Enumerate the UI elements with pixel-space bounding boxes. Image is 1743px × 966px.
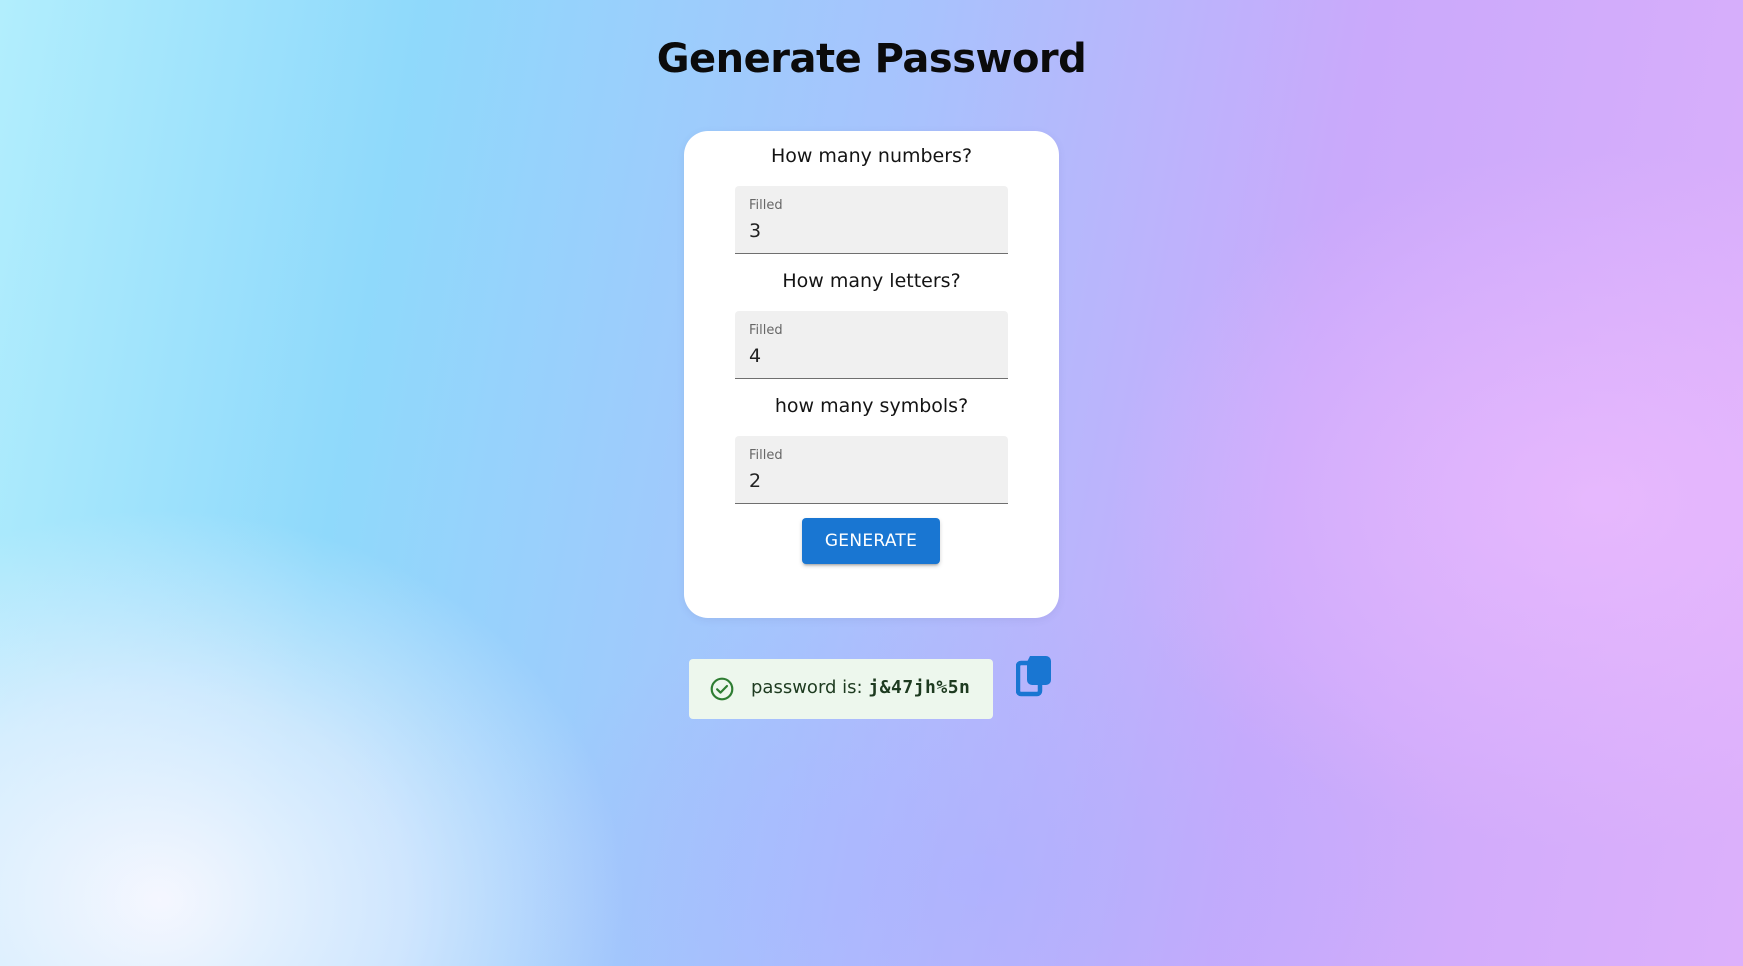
- password-result-alert: password is: j&47jh%5n: [689, 659, 993, 719]
- numbers-field-label: Filled: [749, 198, 783, 213]
- numbers-input[interactable]: [749, 220, 989, 242]
- password-prefix: password is:: [751, 677, 869, 698]
- check-circle-icon: [710, 677, 734, 701]
- numbers-field[interactable]: Filled: [735, 186, 1008, 254]
- symbols-field-label: Filled: [749, 448, 783, 463]
- letters-field-label: Filled: [749, 323, 783, 338]
- copy-icon: [1015, 656, 1051, 697]
- password-result-text: password is: j&47jh%5n: [751, 677, 970, 698]
- page-title: Generate Password: [656, 36, 1087, 82]
- numbers-question: How many numbers?: [770, 145, 973, 167]
- symbols-question: how many symbols?: [774, 395, 969, 417]
- symbols-field[interactable]: Filled: [735, 436, 1008, 504]
- password-form-card: How many numbers? Filled How many letter…: [684, 131, 1059, 618]
- generated-password: j&47jh%5n: [868, 677, 971, 698]
- letters-question: How many letters?: [782, 270, 961, 292]
- copy-button[interactable]: [1015, 654, 1054, 698]
- letters-input[interactable]: [749, 345, 989, 367]
- symbols-input[interactable]: [749, 470, 989, 492]
- letters-field[interactable]: Filled: [735, 311, 1008, 379]
- generate-button[interactable]: GENERATE: [802, 518, 940, 564]
